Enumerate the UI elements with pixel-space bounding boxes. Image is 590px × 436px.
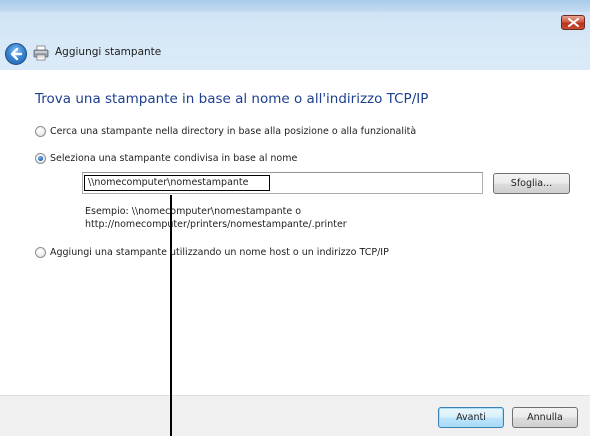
- back-button[interactable]: [5, 43, 27, 65]
- title-bar-strip: [0, 0, 590, 12]
- example-text: Esempio: \\nomecomputer\nomestampante o …: [85, 205, 347, 231]
- radio-tcpip-hostname[interactable]: [35, 247, 46, 258]
- wizard-content: Trova una stampante in base al nome o al…: [0, 70, 590, 395]
- option-label: Cerca una stampante nella directory in b…: [50, 126, 417, 137]
- close-icon: [568, 18, 579, 27]
- pointer-line: [170, 195, 172, 436]
- close-button[interactable]: [561, 15, 585, 30]
- browse-button[interactable]: Sfoglia...: [493, 173, 570, 194]
- next-button[interactable]: Avanti: [438, 407, 504, 428]
- option-label: Seleziona una stampante condivisa in bas…: [50, 153, 298, 164]
- example-line-1: Esempio: \\nomecomputer\nomestampante o: [85, 206, 302, 217]
- radio-shared-printer-by-name[interactable]: [35, 153, 46, 164]
- window-title: Aggiungi stampante: [55, 46, 162, 58]
- back-arrow-icon: [10, 47, 23, 61]
- title-bar: Aggiungi stampante: [0, 0, 590, 70]
- wizard-footer: Avanti Annulla: [0, 395, 590, 436]
- page-heading: Trova una stampante in base al nome o al…: [35, 91, 429, 107]
- add-printer-dialog: Aggiungi stampante Trova una stampante i…: [0, 0, 590, 436]
- option-label: Aggiungi una stampante utilizzando un no…: [50, 247, 389, 258]
- printer-path-value: \\nomecomputer\nomestampante: [88, 177, 249, 188]
- example-line-2: http://nomecomputer/printers/nomestampan…: [85, 219, 347, 230]
- printer-path-input[interactable]: \\nomecomputer\nomestampante: [82, 172, 483, 194]
- cancel-button[interactable]: Annulla: [512, 407, 578, 428]
- printer-icon: [33, 45, 49, 61]
- radio-search-directory[interactable]: [35, 126, 46, 137]
